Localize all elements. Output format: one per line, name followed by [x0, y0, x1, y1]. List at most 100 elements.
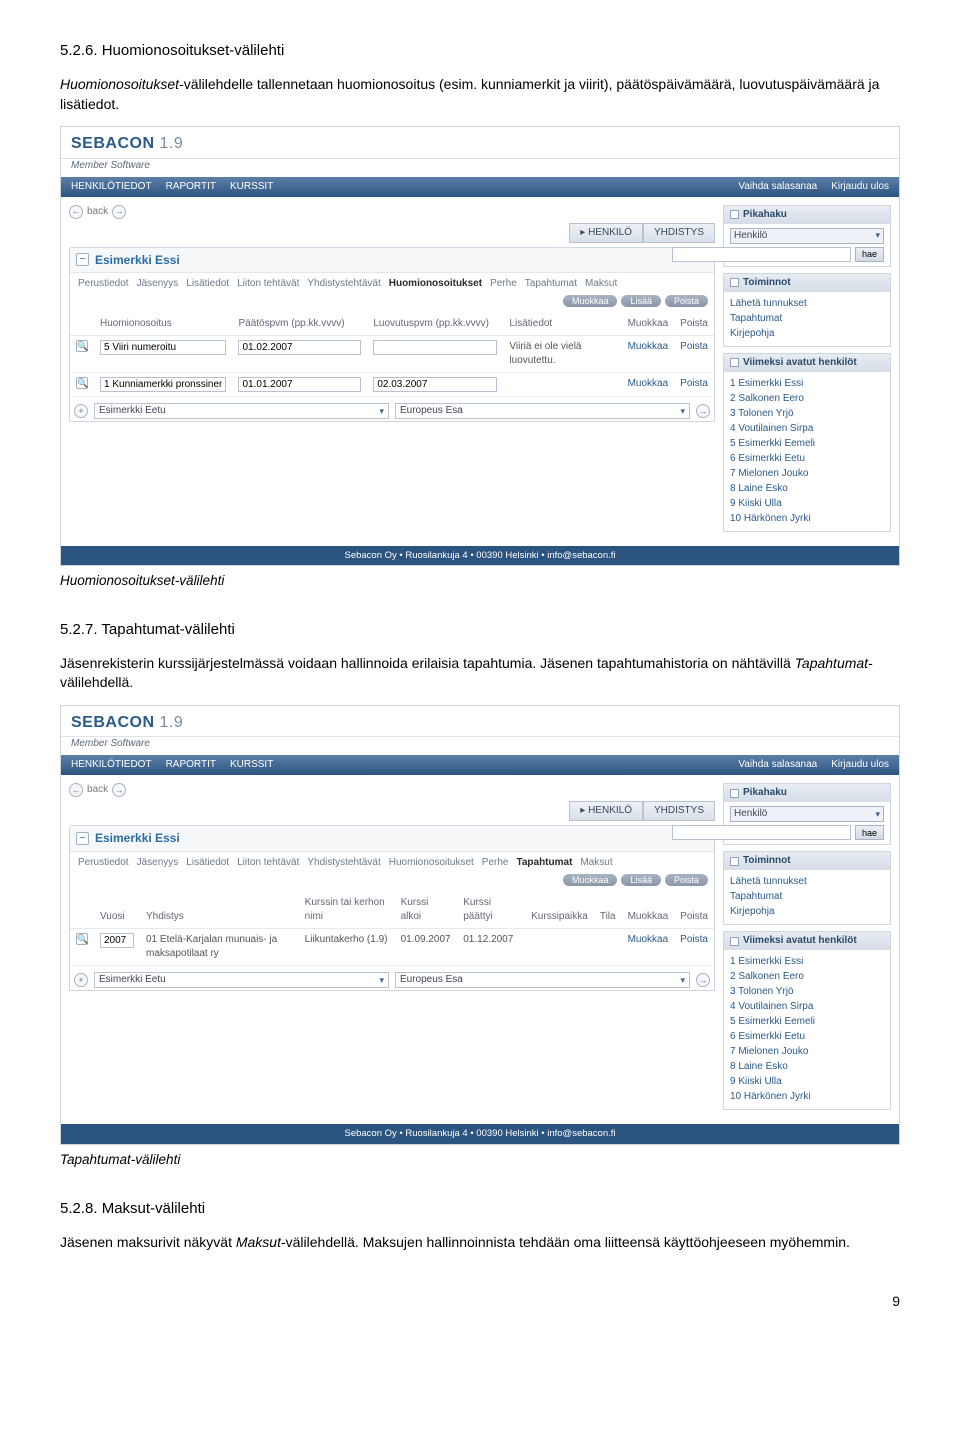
tab-yhdistys[interactable]: YHDISTYS	[643, 223, 715, 243]
nav-raportit[interactable]: RAPORTIT	[166, 758, 216, 772]
nav-next-select[interactable]: Europeus Esa▾	[395, 403, 690, 419]
collapse-icon[interactable]	[730, 278, 739, 287]
ptab-jasenyys[interactable]: Jäsenyys	[137, 277, 179, 291]
nav-next-select[interactable]: Europeus Esa▾	[395, 972, 690, 988]
nav-henkilotiedot[interactable]: HENKILÖTIEDOT	[71, 180, 152, 194]
row-delete[interactable]: Poista	[674, 336, 714, 373]
ptab-liiton[interactable]: Liiton tehtävät	[237, 277, 299, 291]
recent-item[interactable]: 10 Härkönen Jyrki	[730, 512, 884, 526]
tab-henkilo[interactable]: ▸ HENKILÖ	[569, 223, 643, 243]
recent-item[interactable]: 8 Laine Esko	[730, 482, 884, 496]
cell-input[interactable]	[238, 340, 361, 355]
ptab-huomionosoitukset[interactable]: Huomionosoitukset	[389, 277, 482, 291]
tab-henkilo[interactable]: ▸ HENKILÖ	[569, 801, 643, 821]
ptab-perustiedot[interactable]: Perustiedot	[78, 856, 129, 870]
pikahaku-input[interactable]	[672, 247, 851, 262]
recent-item[interactable]: 1 Esimerkki Essi	[730, 377, 884, 391]
recent-item[interactable]: 2 Salkonen Eero	[730, 970, 884, 984]
ptab-perhe[interactable]: Perhe	[482, 856, 509, 870]
cell-input[interactable]	[373, 340, 497, 355]
toiminnot-item[interactable]: Tapahtumat	[730, 890, 884, 904]
toiminnot-item[interactable]: Kirjepohja	[730, 327, 884, 341]
recent-item[interactable]: 5 Esimerkki Eemeli	[730, 437, 884, 451]
recent-item[interactable]: 9 Kiiski Ulla	[730, 497, 884, 511]
ptab-tapahtumat[interactable]: Tapahtumat	[525, 277, 577, 291]
recent-item[interactable]: 7 Mielonen Jouko	[730, 467, 884, 481]
pikahaku-select[interactable]: Henkilö▾	[730, 806, 884, 822]
toiminnot-item[interactable]: Tapahtumat	[730, 312, 884, 326]
recent-item[interactable]: 2 Salkonen Eero	[730, 392, 884, 406]
action-poista[interactable]: Poista	[665, 295, 708, 307]
add-icon[interactable]: +	[74, 404, 88, 418]
ptab-perustiedot[interactable]: Perustiedot	[78, 277, 129, 291]
pikahaku-button[interactable]: hae	[855, 825, 884, 840]
recent-item[interactable]: 4 Voutilainen Sirpa	[730, 1000, 884, 1014]
row-edit[interactable]: Muokkaa	[622, 336, 675, 373]
recent-item[interactable]: 1 Esimerkki Essi	[730, 955, 884, 969]
nav-kurssit[interactable]: KURSSIT	[230, 758, 273, 772]
recent-item[interactable]: 3 Tolonen Yrjö	[730, 407, 884, 421]
back-label[interactable]: back	[87, 205, 108, 219]
nav-prev-select[interactable]: Esimerkki Eetu▾	[94, 972, 389, 988]
back-prev-icon[interactable]: ←	[69, 205, 83, 219]
magnify-icon[interactable]: 🔍	[76, 340, 88, 352]
expand-icon[interactable]: −	[76, 832, 89, 845]
ptab-huomionosoitukset[interactable]: Huomionosoitukset	[389, 856, 474, 870]
cell-input[interactable]	[100, 377, 226, 392]
nav-logout[interactable]: Kirjaudu ulos	[831, 758, 889, 772]
magnify-icon[interactable]: 🔍	[76, 377, 88, 389]
back-next-icon[interactable]: →	[112, 783, 126, 797]
recent-item[interactable]: 7 Mielonen Jouko	[730, 1045, 884, 1059]
back-label[interactable]: back	[87, 783, 108, 797]
back-prev-icon[interactable]: ←	[69, 783, 83, 797]
nav-henkilotiedot[interactable]: HENKILÖTIEDOT	[71, 758, 152, 772]
add-icon[interactable]: +	[74, 973, 88, 987]
pikahaku-input[interactable]	[672, 825, 851, 840]
ptab-perhe[interactable]: Perhe	[490, 277, 517, 291]
ptab-jasenyys[interactable]: Jäsenyys	[137, 856, 179, 870]
recent-item[interactable]: 9 Kiiski Ulla	[730, 1075, 884, 1089]
pikahaku-select[interactable]: Henkilö▾	[730, 228, 884, 244]
ptab-maksut[interactable]: Maksut	[585, 277, 617, 291]
recent-item[interactable]: 6 Esimerkki Eetu	[730, 1030, 884, 1044]
nav-change-password[interactable]: Vaihda salasanaa	[738, 758, 817, 772]
action-muokkaa[interactable]: Muokkaa	[563, 295, 618, 307]
go-next-icon[interactable]: →	[696, 404, 710, 418]
row-delete[interactable]: Poista	[674, 373, 714, 397]
nav-raportit[interactable]: RAPORTIT	[166, 180, 216, 194]
recent-item[interactable]: 3 Tolonen Yrjö	[730, 985, 884, 999]
tab-yhdistys[interactable]: YHDISTYS	[643, 801, 715, 821]
toiminnot-item[interactable]: Lähetä tunnukset	[730, 297, 884, 311]
expand-icon[interactable]: −	[76, 253, 89, 266]
ptab-tapahtumat[interactable]: Tapahtumat	[516, 856, 572, 870]
nav-kurssit[interactable]: KURSSIT	[230, 180, 273, 194]
cell-input[interactable]	[100, 340, 226, 355]
cell-input[interactable]	[238, 377, 361, 392]
row-edit[interactable]: Muokkaa	[622, 373, 675, 397]
collapse-icon[interactable]	[730, 937, 739, 946]
recent-item[interactable]: 6 Esimerkki Eetu	[730, 452, 884, 466]
ptab-yhdistys[interactable]: Yhdistystehtävät	[307, 277, 380, 291]
action-lisaa[interactable]: Lisää	[621, 874, 661, 886]
nav-logout[interactable]: Kirjaudu ulos	[831, 180, 889, 194]
ptab-liiton[interactable]: Liiton tehtävät	[237, 856, 299, 870]
back-next-icon[interactable]: →	[112, 205, 126, 219]
row-delete[interactable]: Poista	[674, 929, 714, 966]
action-muokkaa[interactable]: Muokkaa	[563, 874, 618, 886]
cell-input[interactable]	[100, 933, 134, 948]
cell-input[interactable]	[373, 377, 497, 392]
go-next-icon[interactable]: →	[696, 973, 710, 987]
toiminnot-item[interactable]: Kirjepohja	[730, 905, 884, 919]
collapse-icon[interactable]	[730, 857, 739, 866]
collapse-icon[interactable]	[730, 210, 739, 219]
recent-item[interactable]: 4 Voutilainen Sirpa	[730, 422, 884, 436]
recent-item[interactable]: 8 Laine Esko	[730, 1060, 884, 1074]
row-edit[interactable]: Muokkaa	[622, 929, 675, 966]
ptab-yhdistys[interactable]: Yhdistystehtävät	[307, 856, 380, 870]
ptab-lisatiedot[interactable]: Lisätiedot	[186, 856, 229, 870]
ptab-maksut[interactable]: Maksut	[580, 856, 612, 870]
action-lisaa[interactable]: Lisää	[621, 295, 661, 307]
collapse-icon[interactable]	[730, 789, 739, 798]
magnify-icon[interactable]: 🔍	[76, 933, 88, 945]
ptab-lisatiedot[interactable]: Lisätiedot	[186, 277, 229, 291]
